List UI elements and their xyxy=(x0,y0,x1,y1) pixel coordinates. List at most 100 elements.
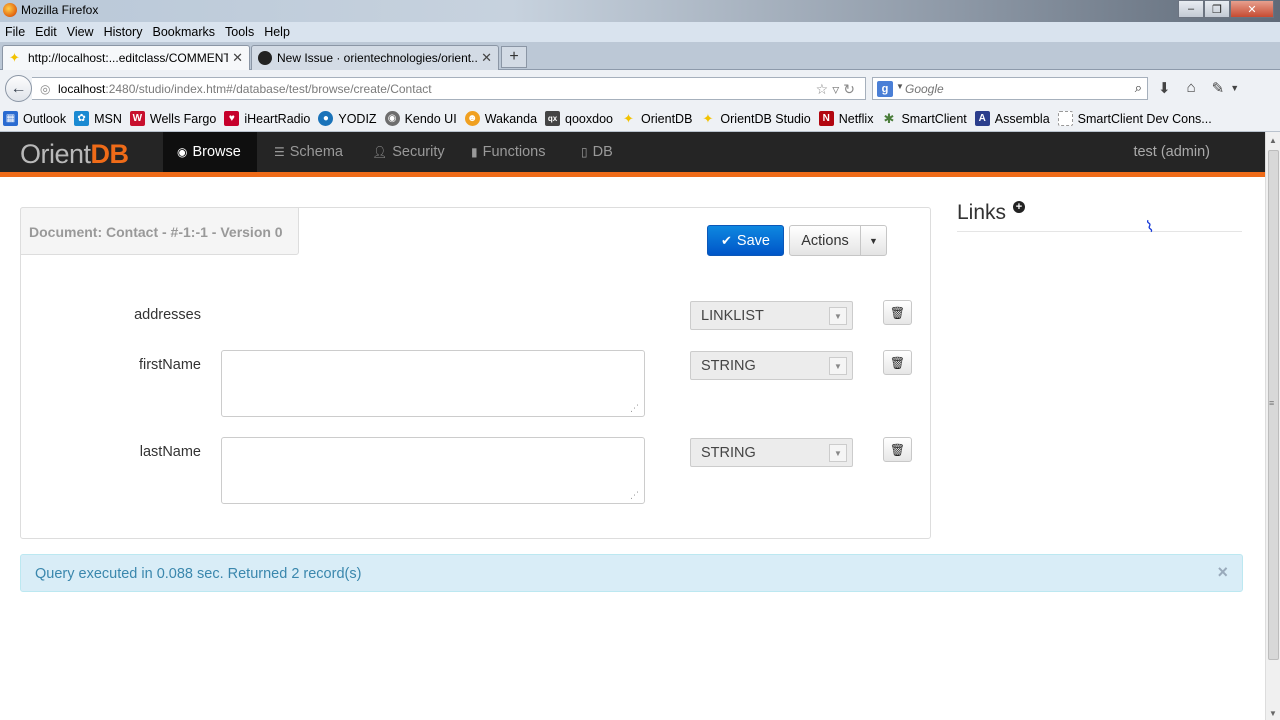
orientdb-studio-app: OrientDB ◉ Browse ☰ Schema 👤︎ Security ▮ Fun… xyxy=(0,132,1265,720)
blank-page-icon xyxy=(1057,111,1073,126)
back-button[interactable]: ← xyxy=(5,75,32,102)
delete-field-button-lastname[interactable]: 🗑︎ xyxy=(883,437,912,462)
firstname-textarea[interactable]: ⋰ xyxy=(221,350,645,417)
search-input[interactable] xyxy=(905,80,1125,98)
menu-bar: File Edit View History Bookmarks Tools H… xyxy=(0,22,1280,42)
orientdb-logo[interactable]: OrientDB xyxy=(20,139,129,170)
bookmark-label: Wakanda xyxy=(484,111,538,126)
search-bar[interactable]: g ▼ ⌕ xyxy=(872,77,1148,100)
type-select-firstname[interactable]: STRING ▼ xyxy=(690,351,853,380)
bookmark-yodiz[interactable]: ● YODIZ xyxy=(318,111,377,126)
actions-button[interactable]: Actions xyxy=(789,225,861,256)
check-icon: ✔ xyxy=(721,232,732,248)
nav-db[interactable]: ▯ DB xyxy=(567,132,627,172)
type-value: STRING xyxy=(701,445,756,461)
nav-label: Schema xyxy=(289,144,343,160)
bookmark-qooxdoo[interactable]: qx qooxdoo xyxy=(545,111,613,126)
bookmark-star-icon[interactable]: ☆ xyxy=(816,81,833,97)
close-tab-icon[interactable]: ✕ xyxy=(232,50,243,66)
nav-security[interactable]: 👤︎ Security xyxy=(358,132,459,172)
close-tab-icon[interactable]: ✕ xyxy=(481,50,492,66)
resize-grip-icon[interactable]: ⋰ xyxy=(630,403,639,414)
scroll-up-icon[interactable]: ▲ xyxy=(1269,136,1277,145)
tab-orientdb-studio[interactable]: ✦ http://localhost:...editclass/COMMENT … xyxy=(2,45,250,70)
maximize-button[interactable]: ❐ xyxy=(1204,0,1230,18)
chevron-down-icon[interactable]: ▼ xyxy=(829,307,847,325)
delete-field-button-addresses[interactable]: 🗑︎ xyxy=(883,300,912,325)
menu-chevron-icon[interactable]: ▼ xyxy=(1230,83,1239,97)
save-label: Save xyxy=(736,232,770,249)
bookmark-label: Wells Fargo xyxy=(149,111,217,126)
delete-field-button-firstname[interactable]: 🗑︎ xyxy=(883,350,912,375)
search-icon[interactable]: ⌕ xyxy=(1135,80,1142,96)
menu-history[interactable]: History xyxy=(99,25,148,39)
resize-grip-icon[interactable]: ⋰ xyxy=(630,490,639,501)
bookmark-smartclient-dev-console[interactable]: SmartClient Dev Cons... xyxy=(1057,111,1212,126)
new-tab-button[interactable]: + xyxy=(501,46,527,68)
home-icon[interactable]: ⌂ xyxy=(1187,79,1196,97)
nav-functions[interactable]: ▮ Functions xyxy=(457,132,559,172)
save-button[interactable]: ✔ Save xyxy=(707,225,784,256)
bookmark-msn[interactable]: ✿ MSN xyxy=(74,111,122,126)
netflix-icon: N xyxy=(818,111,834,126)
bookmark-iheartradio[interactable]: ♥ iHeartRadio xyxy=(224,111,310,126)
bookmark-kendo-ui[interactable]: ◉ Kendo UI xyxy=(384,111,457,126)
mouse-cursor-icon: ⌇ xyxy=(1144,218,1157,237)
user-menu[interactable]: test (admin) xyxy=(1133,144,1210,160)
bookmark-orientdb[interactable]: ✦ OrientDB xyxy=(621,111,692,126)
bookmark-wakanda[interactable]: ☻ Wakanda xyxy=(464,111,538,126)
field-label-addresses: addresses xyxy=(134,307,201,323)
actions-dropdown-toggle[interactable]: ▼ xyxy=(860,225,887,256)
page-scrollbar[interactable]: ▲ ≡ ▼ xyxy=(1265,132,1280,720)
kendo-ui-icon: ◉ xyxy=(384,111,400,126)
lastname-textarea[interactable]: ⋰ xyxy=(221,437,645,504)
google-icon[interactable]: g xyxy=(877,81,893,97)
menu-help[interactable]: Help xyxy=(259,25,295,39)
menu-tools[interactable]: Tools xyxy=(220,25,259,39)
dropdown-icon[interactable]: ▿ xyxy=(832,81,843,97)
url-bar[interactable]: ◎ localhost:2480/studio/index.htm#/datab… xyxy=(32,77,866,100)
add-link-icon[interactable]: + xyxy=(1013,201,1025,213)
bookmark-orientdb-studio[interactable]: ✦ OrientDB Studio xyxy=(700,111,810,126)
wells-fargo-icon: W xyxy=(129,111,145,126)
scroll-down-icon[interactable]: ▼ xyxy=(1269,709,1277,718)
chevron-down-icon[interactable]: ▼ xyxy=(829,444,847,462)
alert-message: Query executed in 0.088 sec. Returned 2 … xyxy=(35,566,362,582)
navigation-bar: ← ◎ localhost:2480/studio/index.htm#/dat… xyxy=(0,70,1280,106)
type-select-lastname[interactable]: STRING ▼ xyxy=(690,438,853,467)
query-status-alert: Query executed in 0.088 sec. Returned 2 … xyxy=(20,554,1243,592)
globe-icon: ◎ xyxy=(40,82,51,96)
bookmark-smartclient[interactable]: ✱ SmartClient xyxy=(881,111,967,126)
nav-schema[interactable]: ☰ Schema xyxy=(260,132,357,172)
bookmark-assembla[interactable]: A Assembla xyxy=(974,111,1050,126)
bookmark-wells-fargo[interactable]: W Wells Fargo xyxy=(129,111,217,126)
type-select-addresses[interactable]: LINKLIST ▼ xyxy=(690,301,853,330)
type-value: STRING xyxy=(701,358,756,374)
type-value: LINKLIST xyxy=(701,308,764,324)
iheartradio-icon: ♥ xyxy=(224,111,240,126)
minimize-button[interactable]: – xyxy=(1178,0,1204,18)
addon-icon[interactable]: ✎ xyxy=(1212,79,1225,97)
menu-file[interactable]: File xyxy=(0,25,30,39)
assembla-icon: A xyxy=(974,111,990,126)
nav-label: DB xyxy=(592,144,613,160)
menu-view[interactable]: View xyxy=(62,25,99,39)
menu-edit[interactable]: Edit xyxy=(30,25,62,39)
tab-github-new-issue[interactable]: New Issue · orientechnologies/orient... … xyxy=(251,45,499,70)
download-icon[interactable]: ⬇ xyxy=(1158,79,1171,97)
chevron-down-icon[interactable]: ▼ xyxy=(896,82,904,91)
links-title: Links xyxy=(957,201,1007,224)
close-alert-icon[interactable]: × xyxy=(1217,562,1228,583)
tab-label: http://localhost:...editclass/COMMENT xyxy=(28,51,229,65)
menu-bookmarks[interactable]: Bookmarks xyxy=(147,25,220,39)
bookmark-label: Outlook xyxy=(23,111,67,126)
nav-browse[interactable]: ◉ Browse xyxy=(163,132,257,172)
bookmark-outlook[interactable]: ▦ Outlook xyxy=(3,111,66,126)
msn-icon: ✿ xyxy=(74,111,90,126)
chevron-down-icon[interactable]: ▼ xyxy=(829,357,847,375)
reload-icon[interactable]: ↻ xyxy=(843,81,859,97)
close-window-button[interactable]: ✕ xyxy=(1230,0,1274,18)
window-controls: – ❐ ✕ xyxy=(1178,0,1274,18)
bookmark-netflix[interactable]: N Netflix xyxy=(818,111,873,126)
tab-strip: ✦ http://localhost:...editclass/COMMENT … xyxy=(0,42,1280,70)
